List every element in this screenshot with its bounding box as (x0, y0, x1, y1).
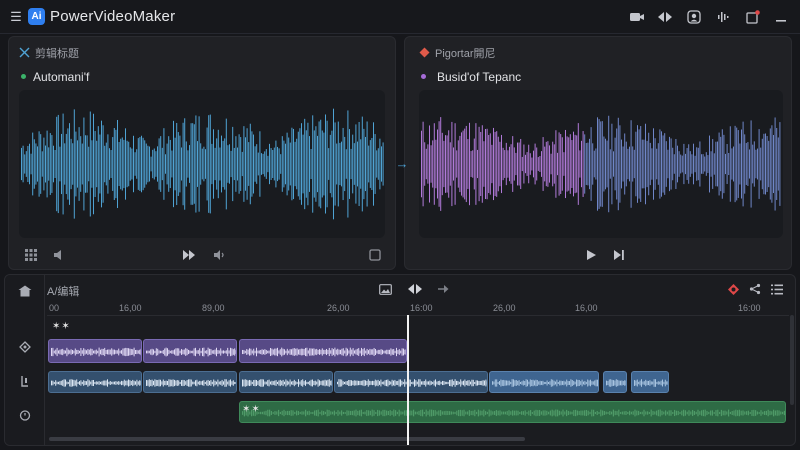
waveform-icon[interactable] (715, 8, 733, 26)
timeline-clip[interactable] (143, 339, 237, 363)
ruler-tick: 16,00 (119, 303, 142, 313)
keyframe-icon[interactable] (16, 339, 34, 355)
timeline-label: A/编辑 (47, 286, 80, 298)
share-icon[interactable] (747, 281, 763, 297)
source-panel: 剪辑标题 Automani'f (8, 36, 396, 270)
output-panel-title: Pigortar開尼 (435, 48, 496, 60)
track-bracket-icon[interactable] (16, 373, 34, 389)
scissors-icon (17, 45, 31, 59)
output-waveform[interactable] (419, 90, 783, 238)
output-panel: Pigortar開尼 Busid'of Tepanc (404, 36, 792, 270)
timeline-clip[interactable] (489, 371, 599, 393)
camera-icon[interactable] (628, 8, 646, 26)
ruler-tick: 00 (49, 303, 60, 313)
ruler-tick: 16:00 (410, 303, 433, 313)
source-waveform[interactable] (19, 90, 385, 238)
timeline-clip[interactable] (143, 371, 237, 393)
ruler-tick: 16:00 (738, 303, 761, 313)
user-icon[interactable] (685, 8, 703, 26)
output-mode-label[interactable]: Busid'of Tepanc (437, 70, 521, 84)
skip-next-icon[interactable] (611, 247, 627, 263)
effects-icon[interactable] (725, 281, 741, 297)
fullscreen-icon[interactable] (367, 247, 383, 263)
vertical-scrollbar[interactable] (790, 315, 794, 405)
ruler-tick: 89,00 (202, 303, 225, 313)
horizontal-scrollbar[interactable] (49, 437, 525, 441)
menu-icon[interactable]: ☰ (8, 9, 24, 25)
source-mode-label[interactable]: Automani'f (33, 70, 89, 84)
play-icon[interactable] (583, 247, 599, 263)
minimize-icon[interactable] (772, 8, 790, 26)
timeline-track-sidebar (5, 275, 45, 445)
green-audio-clip[interactable] (239, 401, 786, 423)
timeline-clip[interactable] (334, 371, 488, 393)
notification-icon[interactable] (744, 8, 762, 26)
forward-arrow-icon[interactable] (435, 281, 451, 297)
playhead[interactable] (407, 315, 409, 445)
mode-indicator-dot (21, 74, 26, 79)
source-panel-title: 剪辑标题 (35, 48, 79, 60)
timeline-clip[interactable] (48, 339, 142, 363)
mode-indicator-dot (421, 74, 426, 79)
ruler-tick: 26,00 (327, 303, 350, 313)
ruler-divider (47, 315, 789, 316)
home-icon[interactable] (16, 283, 34, 299)
clip-marker[interactable]: ✶✶ (242, 404, 261, 415)
volume-icon[interactable] (51, 247, 67, 263)
timer-icon[interactable] (16, 407, 34, 423)
app-title: PowerVideoMaker (50, 8, 176, 25)
grid-icon[interactable] (23, 247, 39, 263)
timeline-clip[interactable] (48, 371, 142, 393)
app-logo: Ai (28, 8, 45, 25)
play-forward-icon[interactable] (181, 247, 197, 263)
diamond-icon (417, 45, 431, 59)
split-icon[interactable] (656, 8, 674, 26)
timeline-clip[interactable] (239, 371, 333, 393)
timeline-clip[interactable] (631, 371, 669, 393)
timeline-clip[interactable] (239, 339, 407, 363)
split-clip-icon[interactable] (406, 281, 424, 297)
ruler-tick: 16,00 (575, 303, 598, 313)
arrow-right-icon: → (395, 155, 409, 171)
title-bar: ☰ Ai PowerVideoMaker (0, 0, 800, 34)
list-icon[interactable] (769, 281, 785, 297)
image-icon[interactable] (377, 281, 393, 297)
timeline-clip[interactable] (603, 371, 627, 393)
timeline-panel: A/编辑 00 16,00 89,00 26,00 16:00 26,00 16… (4, 274, 796, 446)
ruler-tick: 26,00 (493, 303, 516, 313)
audio-icon[interactable] (211, 247, 227, 263)
track-marker[interactable]: ✶✶ (52, 321, 71, 332)
